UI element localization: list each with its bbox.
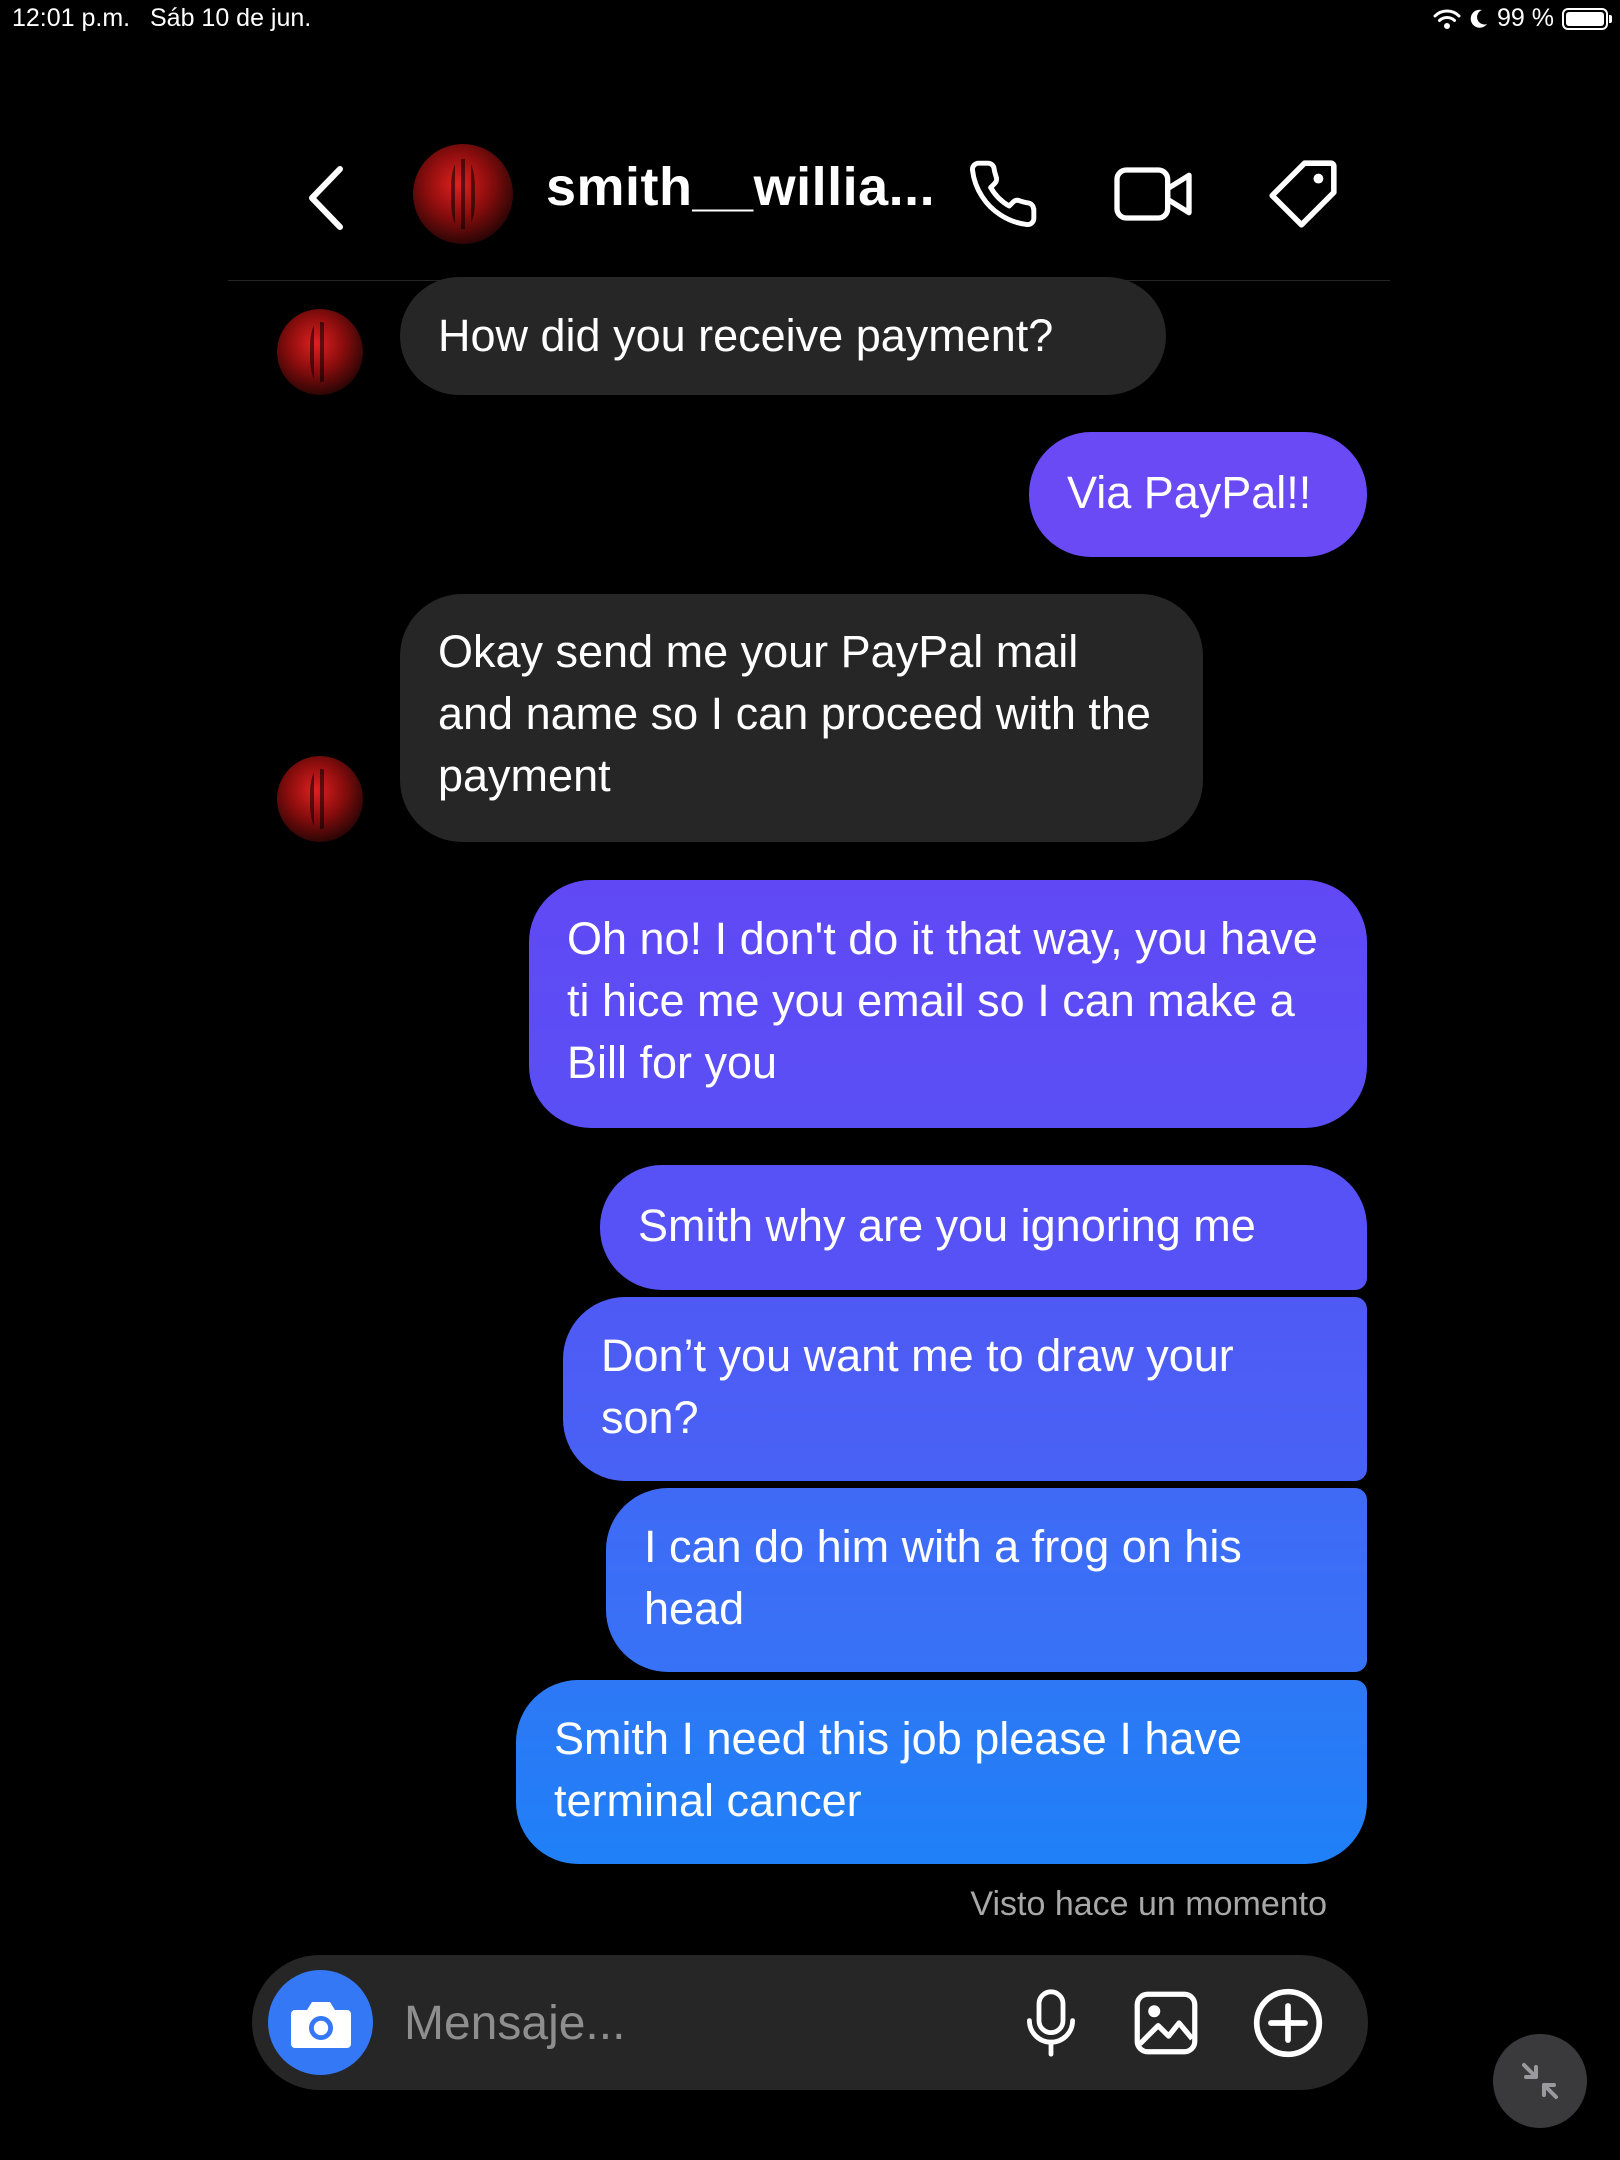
outgoing-message[interactable]: I can do him with a frog on his head: [606, 1488, 1367, 1672]
battery-percent: 99 %: [1497, 4, 1554, 32]
phone-icon: [970, 160, 1037, 227]
camera-icon: [290, 2001, 351, 2048]
gallery-icon: [1134, 1991, 1198, 2055]
sender-avatar[interactable]: [277, 309, 363, 395]
message-input[interactable]: [402, 1985, 926, 2062]
sender-avatar[interactable]: [277, 756, 363, 842]
microphone-icon: [1027, 1989, 1076, 2057]
battery-fill: [1566, 11, 1604, 26]
more-options-button[interactable]: [1245, 1980, 1331, 2066]
minimize-button[interactable]: [1493, 2034, 1587, 2128]
message-composer: [252, 1955, 1368, 2090]
camera-button[interactable]: [268, 1970, 373, 2075]
video-icon: [1114, 167, 1192, 221]
seen-status: Visto hace un momento: [970, 1885, 1327, 1923]
status-time: 12:01 p.m.: [12, 4, 131, 32]
battery-icon: [1562, 7, 1612, 30]
status-bar: 12:01 p.m. Sáb 10 de jun. 99 %: [0, 0, 1620, 40]
outgoing-message[interactable]: Oh no! I don't do it that way, you have …: [529, 880, 1367, 1128]
voice-call-button[interactable]: [961, 152, 1045, 236]
back-icon: [309, 166, 343, 230]
collapse-arrows-icon: [1522, 2063, 1558, 2099]
outgoing-message[interactable]: Via PayPal!!: [1029, 432, 1367, 557]
status-date: Sáb 10 de jun.: [150, 4, 312, 32]
contact-username[interactable]: smith__willia...: [546, 156, 935, 218]
back-button[interactable]: [298, 158, 354, 238]
outgoing-message[interactable]: Don’t you want me to draw your son?: [563, 1297, 1367, 1481]
incoming-message[interactable]: Okay send me your PayPal mail and name s…: [400, 594, 1203, 842]
gallery-button[interactable]: [1123, 1980, 1209, 2066]
outgoing-message[interactable]: Smith why are you ignoring me: [600, 1165, 1367, 1290]
status-right: 99 %: [1433, 4, 1612, 33]
incoming-message[interactable]: How did you receive payment?: [400, 277, 1166, 395]
wifi-icon: [1433, 9, 1461, 29]
video-call-button[interactable]: [1111, 152, 1195, 236]
contact-avatar[interactable]: [413, 144, 513, 244]
add-icon: [1253, 1988, 1323, 2058]
moon-icon: [1470, 9, 1488, 28]
tag-button[interactable]: [1261, 152, 1345, 236]
voice-message-button[interactable]: [1008, 1980, 1094, 2066]
chat-header: smith__willia...: [228, 130, 1390, 281]
tag-icon: [1269, 160, 1337, 228]
outgoing-message[interactable]: Smith I need this job please I have term…: [516, 1680, 1367, 1864]
